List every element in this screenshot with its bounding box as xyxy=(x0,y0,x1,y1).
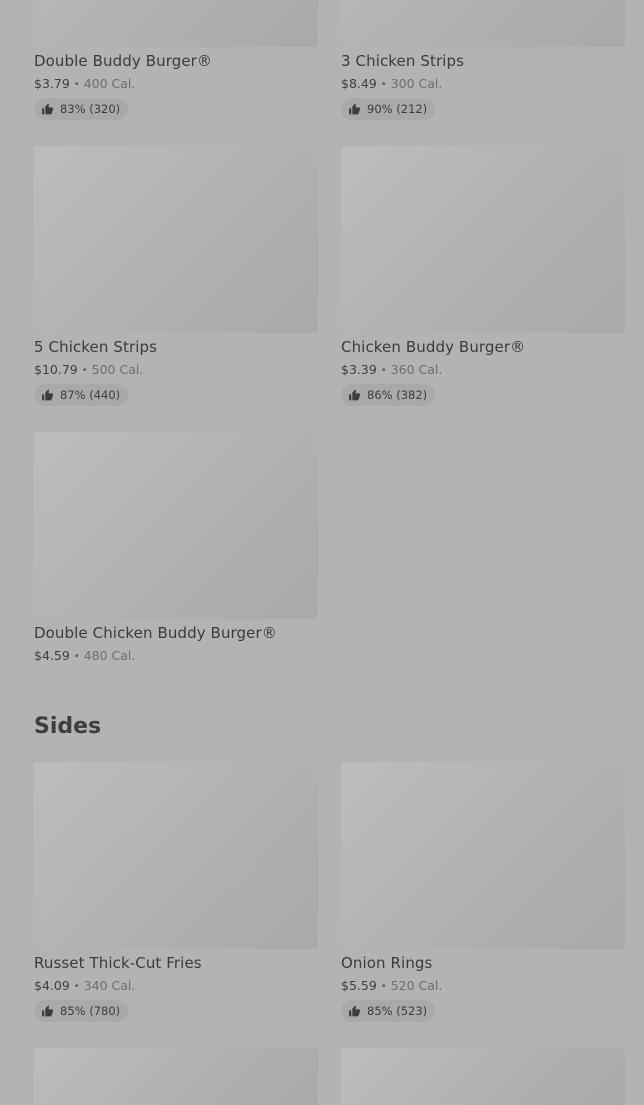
item-price: $10.79 xyxy=(34,362,78,377)
item-calories: 480 Cal. xyxy=(83,648,136,663)
separator-dot: • xyxy=(81,365,88,376)
separator-dot: • xyxy=(73,651,80,662)
rating-text: 86% (382) xyxy=(367,388,428,402)
separator-dot: • xyxy=(380,981,387,992)
rating-text: 85% (780) xyxy=(60,1004,121,1018)
item-image[interactable] xyxy=(34,1048,318,1105)
item-calories: 300 Cal. xyxy=(390,76,443,91)
item-price: $4.09 xyxy=(34,978,70,993)
item-price-calories: $4.59 • 480 Cal. xyxy=(34,648,135,663)
rating-badge: 83% (320) xyxy=(34,98,129,120)
thumbs-up-icon xyxy=(42,1005,53,1016)
item-price-calories: $3.39 • 360 Cal. xyxy=(341,362,442,377)
item-name: Double Buddy Burger® xyxy=(34,52,213,70)
rating-badge: 86% (382) xyxy=(341,384,436,406)
item-image[interactable] xyxy=(34,432,318,619)
item-price-calories: $4.09 • 340 Cal. xyxy=(34,978,135,993)
item-image[interactable] xyxy=(34,762,318,949)
item-image[interactable] xyxy=(34,0,318,47)
item-price-calories: $3.79 • 400 Cal. xyxy=(34,76,135,91)
thumbs-up-icon xyxy=(349,389,360,400)
rating-text: 87% (440) xyxy=(60,388,121,402)
item-name: Double Chicken Buddy Burger® xyxy=(34,624,277,642)
item-name: Chicken Buddy Burger® xyxy=(341,338,526,356)
item-calories: 520 Cal. xyxy=(390,978,443,993)
item-name: 3 Chicken Strips xyxy=(341,52,465,70)
thumbs-up-icon xyxy=(349,103,360,114)
section-title-sides: Sides xyxy=(34,714,102,739)
item-price: $3.79 xyxy=(34,76,70,91)
separator-dot: • xyxy=(380,79,387,90)
item-calories: 340 Cal. xyxy=(83,978,136,993)
item-name: Onion Rings xyxy=(341,954,433,972)
separator-dot: • xyxy=(380,365,387,376)
separator-dot: • xyxy=(73,981,80,992)
rating-badge: 85% (523) xyxy=(341,1000,436,1022)
item-calories: 400 Cal. xyxy=(83,76,136,91)
item-name: Russet Thick-Cut Fries xyxy=(34,954,202,972)
item-image[interactable] xyxy=(34,146,318,333)
separator-dot: • xyxy=(73,79,80,90)
rating-badge: 90% (212) xyxy=(341,98,436,120)
item-image[interactable] xyxy=(341,1048,625,1105)
rating-badge: 87% (440) xyxy=(34,384,129,406)
item-image[interactable] xyxy=(341,762,625,949)
item-name: 5 Chicken Strips xyxy=(34,338,158,356)
rating-text: 85% (523) xyxy=(367,1004,428,1018)
item-price-calories: $5.59 • 520 Cal. xyxy=(341,978,442,993)
item-price: $4.59 xyxy=(34,648,70,663)
item-price-calories: $8.49 • 300 Cal. xyxy=(341,76,442,91)
item-price: $3.39 xyxy=(341,362,377,377)
item-image[interactable] xyxy=(341,0,625,47)
rating-badge: 85% (780) xyxy=(34,1000,129,1022)
thumbs-up-icon xyxy=(42,389,53,400)
item-calories: 500 Cal. xyxy=(91,362,144,377)
item-price: $8.49 xyxy=(341,76,377,91)
thumbs-up-icon xyxy=(349,1005,360,1016)
thumbs-up-icon xyxy=(42,103,53,114)
item-price-calories: $10.79 • 500 Cal. xyxy=(34,362,143,377)
rating-text: 90% (212) xyxy=(367,102,428,116)
rating-text: 83% (320) xyxy=(60,102,121,116)
item-calories: 360 Cal. xyxy=(390,362,443,377)
item-price: $5.59 xyxy=(341,978,377,993)
item-image[interactable] xyxy=(341,146,625,333)
